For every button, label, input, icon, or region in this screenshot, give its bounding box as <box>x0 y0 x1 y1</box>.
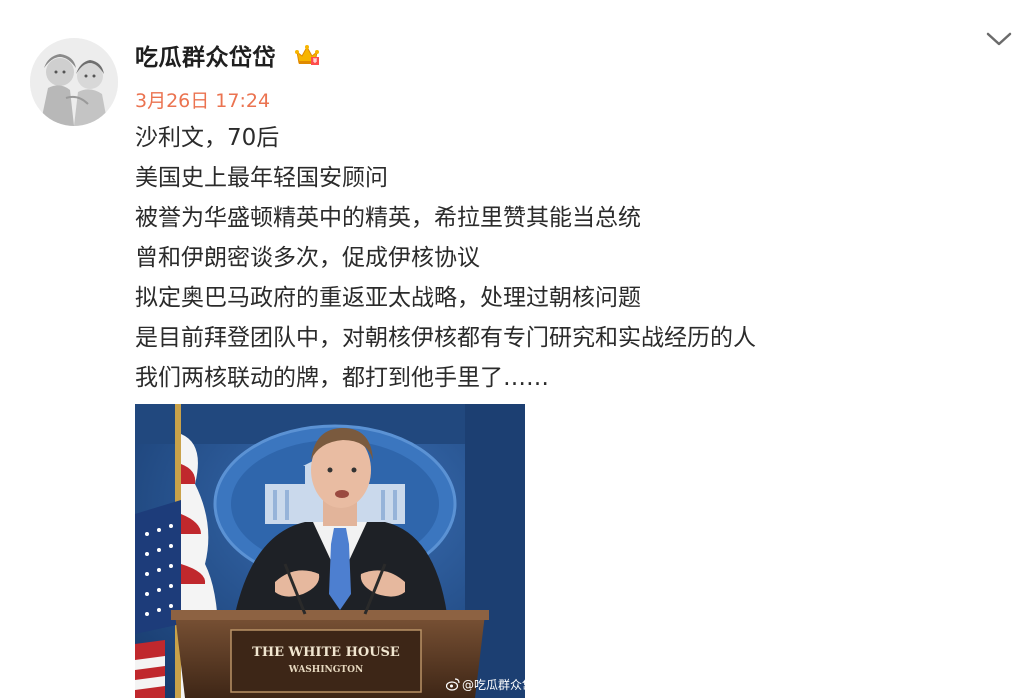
vip-crown-badge-icon[interactable] <box>293 41 321 69</box>
avatar-illustration-icon <box>30 38 118 126</box>
weibo-watermark-icon <box>445 676 460 691</box>
user-avatar[interactable] <box>30 38 118 126</box>
post-text-line: 我们两核联动的牌，都打到他手里了…… <box>135 365 549 391</box>
post-text-line: 美国史上最年轻国安顾问 <box>135 165 388 191</box>
post-text-line: 沙利文，70后 <box>135 125 280 151</box>
username[interactable]: 吃瓜群众岱岱 <box>135 38 276 72</box>
weibo-post-card: 吃瓜群众岱岱 3月26日 17:24 沙利文，70后 美国史上最年轻国安顾问 被… <box>0 0 1028 698</box>
chevron-down-icon[interactable] <box>984 26 1014 52</box>
podium-line1: THE WHITE HOUSE <box>252 645 400 660</box>
post-text-line: 曾和伊朗密谈多次，促成伊核协议 <box>135 245 480 271</box>
post-text-line: 是目前拜登团队中，对朝核伊核都有专门研究和实战经历的人 <box>135 325 756 351</box>
post-image[interactable]: THE WHITE HOUSE WASHINGTON <box>135 404 525 698</box>
podium-line2: WASHINGTON <box>288 665 363 675</box>
post-text: 沙利文，70后 美国史上最年轻国安顾问 被誉为华盛顿精英中的精英，希拉里赞其能当… <box>135 118 756 398</box>
post-text-line: 被誉为华盛顿精英中的精英，希拉里赞其能当总统 <box>135 205 641 231</box>
post-text-line: 拟定奥巴马政府的重返亚太战略，处理过朝核问题 <box>135 285 641 311</box>
post-timestamp[interactable]: 3月26日 17:24 <box>135 86 270 113</box>
image-watermark: @吃瓜群众岱 <box>462 678 535 692</box>
